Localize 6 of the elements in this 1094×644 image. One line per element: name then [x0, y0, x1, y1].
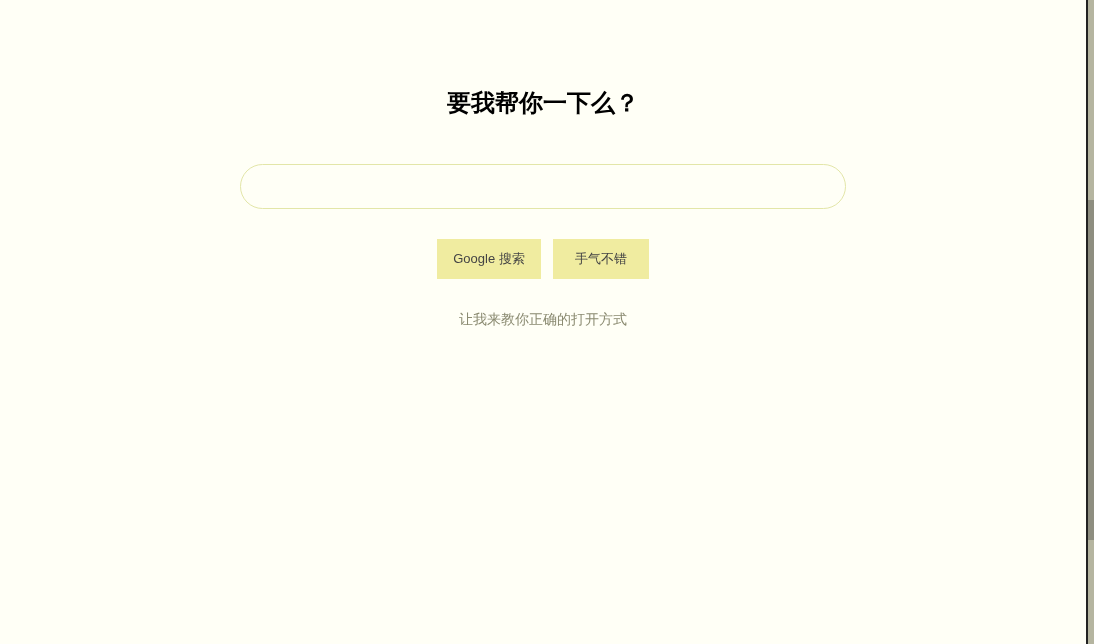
search-button[interactable]: Google 搜索: [437, 239, 541, 279]
search-button[interactable]: 手气不错: [552, 239, 649, 279]
scrollbar[interactable]: [1086, 0, 1094, 644]
help-link[interactable]: 让我来教你正确的打开方式: [459, 309, 627, 330]
page-heading: 要我帮你一下么？: [447, 88, 639, 118]
search-field[interactable]: [240, 164, 846, 209]
